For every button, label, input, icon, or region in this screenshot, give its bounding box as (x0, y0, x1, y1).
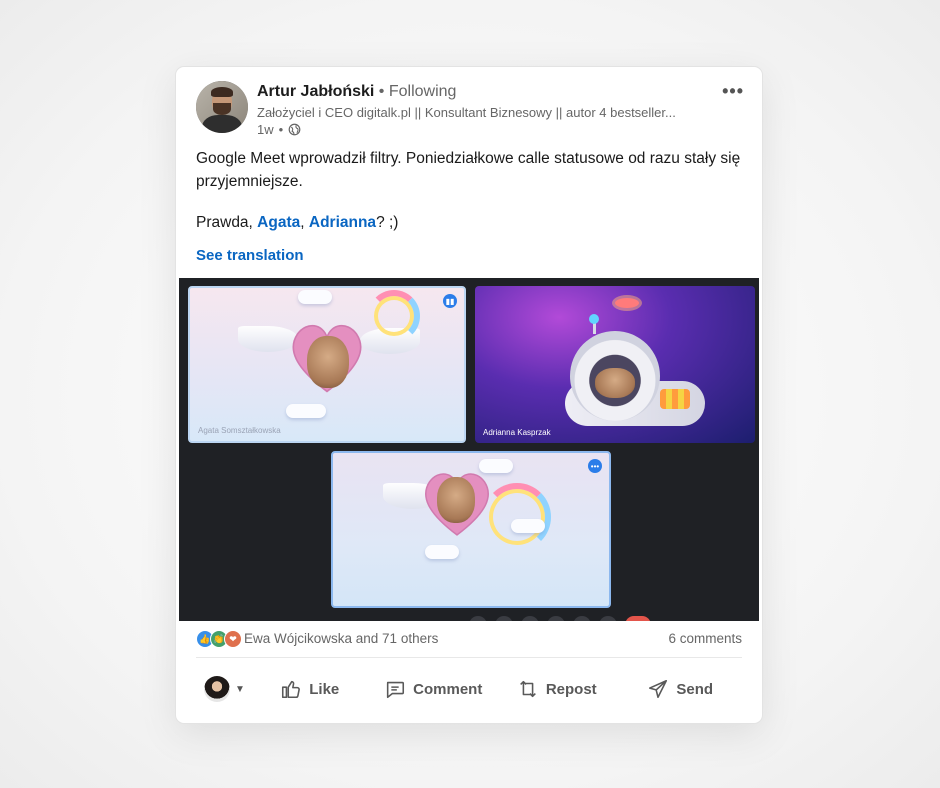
send-button[interactable]: Send (619, 667, 743, 711)
author-name[interactable]: Artur Jabłoński (257, 83, 374, 100)
text-prefix: Prawda, (196, 214, 258, 231)
see-translation-link[interactable]: See translation (196, 247, 304, 264)
post-image[interactable]: ▮▮ Agata Somształkowska Adrianna Kasprza… (179, 278, 759, 621)
audio-indicator-icon: ▮▮ (443, 294, 457, 308)
text-suffix: ? ;) (376, 214, 399, 231)
post-text-line2: Prawda, Agata, Adrianna? ;) (196, 211, 741, 234)
user-avatar (204, 676, 230, 702)
time-ago: 1w (257, 122, 274, 137)
repost-button[interactable]: Repost (495, 667, 619, 711)
separator: • (374, 83, 389, 100)
author-name-row: Artur Jabłoński • Following (257, 83, 456, 101)
more-options-button[interactable]: ••• (722, 81, 744, 102)
author-headline: Założyciel i CEO digitalk.pl || Konsulta… (257, 105, 676, 120)
author-avatar[interactable] (196, 81, 248, 133)
repost-icon (519, 680, 536, 698)
follow-status[interactable]: Following (389, 83, 457, 100)
comment-icon (387, 681, 405, 699)
mention-adrianna[interactable]: Adrianna (309, 214, 376, 231)
participant-name: Adrianna Kasprzak (483, 428, 551, 437)
love-icon: ❤ (224, 630, 242, 648)
send-icon (649, 679, 668, 699)
social-counts: 👍 👏 ❤ Ewa Wójcikowska and 71 others 6 co… (196, 628, 742, 652)
repost-label: Repost (545, 680, 597, 698)
chevron-down-icon: ▼ (235, 683, 245, 695)
text-comma: , (300, 214, 309, 231)
more-icon: ••• (588, 459, 602, 473)
comment-button[interactable]: Comment (372, 667, 496, 711)
reactors-text[interactable]: Ewa Wójcikowska and 71 others (244, 631, 438, 646)
post-text: Google Meet wprowadził filtry. Poniedzia… (196, 147, 741, 234)
mention-agata[interactable]: Agata (257, 214, 300, 231)
video-tile-adrianna: Adrianna Kasprzak (475, 286, 755, 443)
participant-name: Agata Somształkowska (198, 426, 281, 435)
video-tile-self: ••• (331, 451, 611, 608)
comments-count[interactable]: 6 comments (668, 631, 742, 646)
like-label: Like (309, 680, 340, 698)
post-text-line1: Google Meet wprowadził filtry. Poniedzia… (196, 150, 741, 190)
divider (196, 657, 742, 658)
action-bar: ▼ Like Comment Repost Send (196, 667, 742, 711)
post-card: Artur Jabłoński • Following Założyciel i… (176, 67, 762, 723)
like-button[interactable]: Like (248, 667, 372, 711)
post-meta: 1w • (257, 122, 301, 137)
globe-icon (288, 123, 301, 136)
send-label: Send (676, 680, 714, 698)
comment-label: Comment (413, 680, 483, 698)
reactions[interactable]: 👍 👏 ❤ (196, 630, 242, 648)
thumbs-up-icon (282, 680, 301, 699)
video-tile-agata: ▮▮ Agata Somształkowska (188, 286, 466, 443)
meeting-controls (469, 616, 651, 621)
reaction-identity-selector[interactable]: ▼ (196, 667, 248, 711)
